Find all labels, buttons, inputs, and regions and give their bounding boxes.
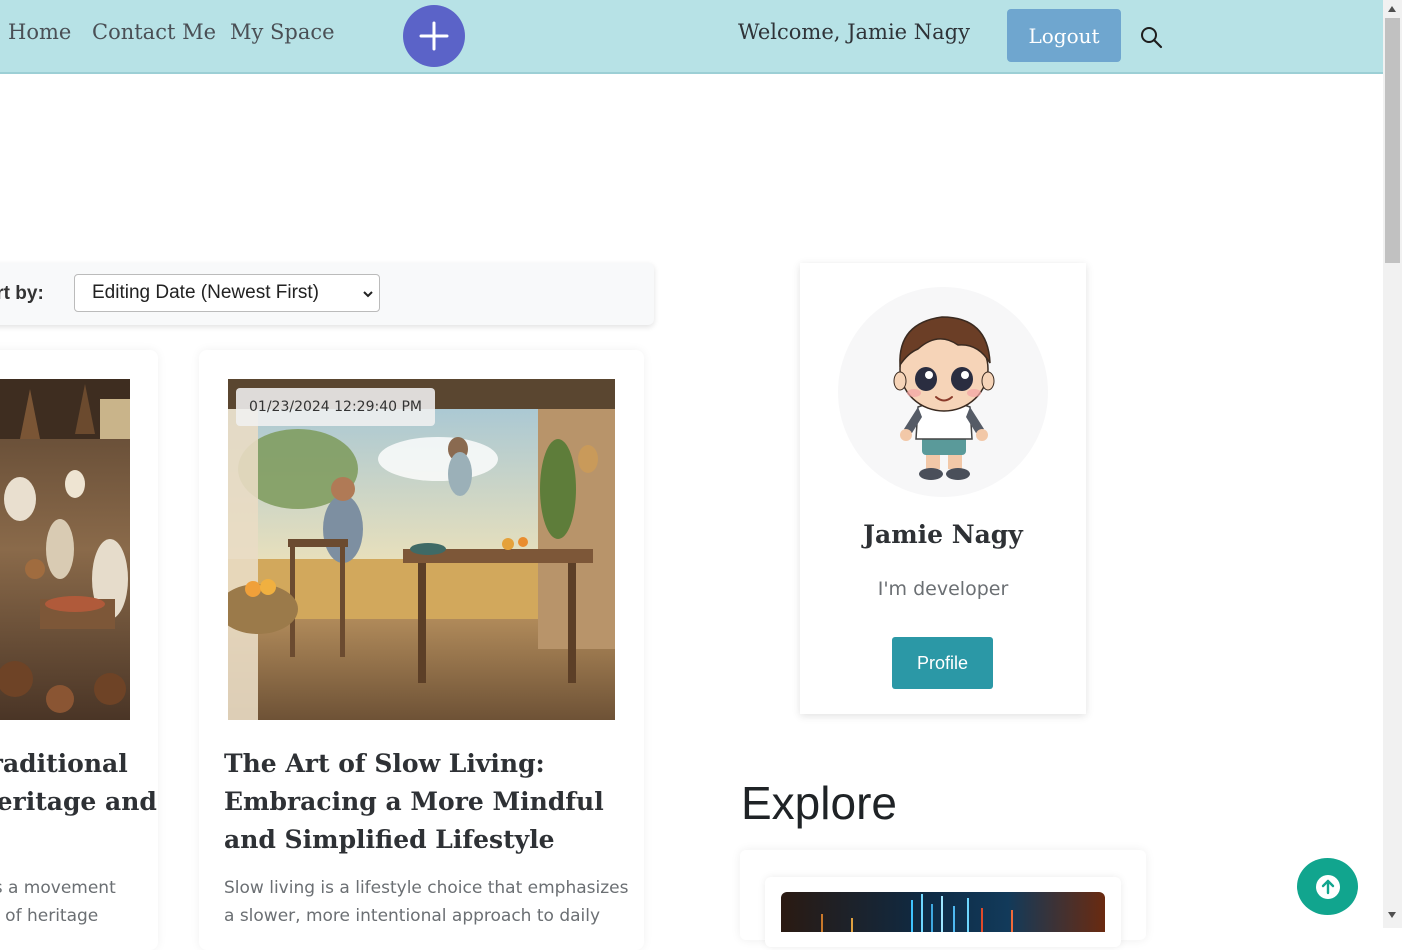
sort-select[interactable]: Editing Date (Newest First) bbox=[74, 274, 380, 312]
add-post-button[interactable] bbox=[403, 5, 465, 67]
search-icon[interactable] bbox=[1139, 25, 1163, 49]
post-title[interactable]: Traditional Heritage and bbox=[0, 745, 157, 821]
logout-button[interactable]: Logout bbox=[1007, 9, 1121, 62]
post-title-line: Heritage and bbox=[0, 787, 157, 816]
nav-home-link[interactable]: Home bbox=[8, 20, 71, 44]
post-date-badge: 01/23/2024 12:29:40 PM bbox=[236, 388, 435, 426]
sort-selected-value: Editing Date (Newest First) bbox=[92, 282, 320, 303]
post-title[interactable]: The Art of Slow Living: Embracing a More… bbox=[224, 745, 634, 859]
explore-heading: Explore bbox=[741, 777, 897, 829]
arrow-up-icon bbox=[1315, 874, 1340, 899]
scrollbar-thumb[interactable] bbox=[1385, 18, 1400, 263]
top-navbar: Home Contact Me My Space Welcome, Jamie … bbox=[0, 0, 1383, 74]
post-desc-line: n of heritage bbox=[0, 906, 99, 926]
post-title-line: Traditional bbox=[0, 749, 128, 778]
sort-label: Sort by: bbox=[0, 283, 44, 304]
post-desc-line: is a movement bbox=[0, 878, 116, 898]
profile-bio: I'm developer bbox=[877, 578, 1009, 600]
post-desc-line: Slow living is a lifestyle choice that e… bbox=[224, 878, 629, 898]
nav-my-space-link[interactable]: My Space bbox=[230, 20, 335, 44]
post-title-line: and Simplified Lifestyle bbox=[224, 825, 555, 854]
post-image[interactable] bbox=[228, 379, 615, 720]
post-desc-line: a slower, more intentional approach to d… bbox=[224, 906, 601, 926]
back-to-top-button[interactable] bbox=[1297, 858, 1358, 915]
profile-name: Jamie Nagy bbox=[863, 520, 1023, 549]
nav-contact-link[interactable]: Contact Me bbox=[92, 20, 216, 44]
chevron-down-icon bbox=[363, 291, 373, 298]
explore-image[interactable] bbox=[781, 892, 1105, 932]
post-image[interactable] bbox=[0, 379, 130, 720]
welcome-text: Welcome, Jamie Nagy bbox=[738, 20, 970, 44]
avatar bbox=[838, 287, 1048, 497]
scroll-up-arrow[interactable] bbox=[1388, 6, 1396, 12]
post-title-line: The Art of Slow Living: bbox=[224, 749, 545, 778]
scroll-down-arrow[interactable] bbox=[1388, 912, 1396, 918]
plus-icon bbox=[419, 21, 449, 51]
post-description: is a movement n of heritage bbox=[0, 874, 149, 930]
post-title-line: Embracing a More Mindful bbox=[224, 787, 604, 816]
post-description: Slow living is a lifestyle choice that e… bbox=[224, 874, 634, 930]
profile-button[interactable]: Profile bbox=[892, 637, 993, 689]
